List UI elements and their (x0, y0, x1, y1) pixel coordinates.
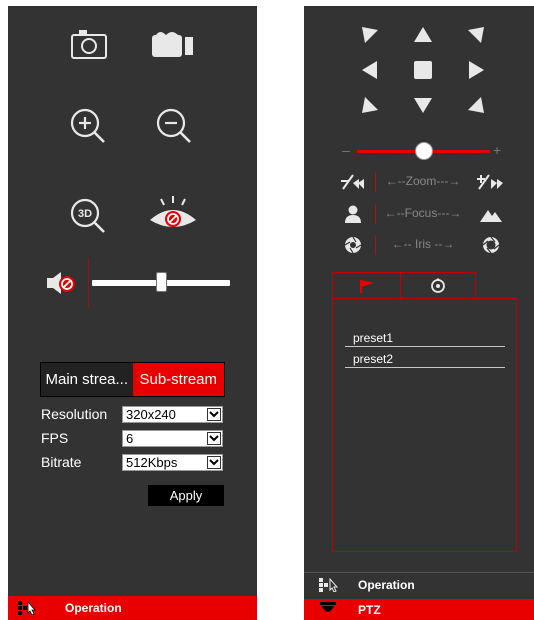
ptz-bar[interactable]: PTZ (304, 599, 534, 620)
arrow-up-right-icon[interactable] (464, 24, 488, 46)
speed-minus-icon[interactable]: – (342, 142, 350, 158)
zoom-row: ←--Zoom---→ (304, 172, 534, 192)
resolution-value: 320x240 (126, 407, 176, 422)
arrow-right-icon[interactable] (464, 59, 488, 81)
tab-preset[interactable] (332, 272, 402, 298)
focus-row: ←--Focus---→ (304, 204, 534, 224)
speed-plus-icon[interactable]: + (493, 142, 501, 158)
speed-slider-thumb[interactable] (414, 142, 433, 160)
zoom-wide-icon[interactable] (338, 172, 366, 192)
fps-row: FPS 6 (41, 430, 231, 448)
zoom-tele-icon[interactable] (474, 172, 506, 192)
resolution-label: Resolution (41, 406, 108, 422)
arrow-down-left-icon[interactable] (358, 94, 382, 116)
zoom-label: ←--Zoom---→ (385, 174, 461, 188)
volume-slider-thumb[interactable] (155, 272, 167, 292)
iris-close-icon[interactable] (342, 235, 364, 255)
arrow-up-icon[interactable] (411, 24, 435, 46)
live-control-panel: 3D Main strea... Sub-stream Resolution 3… (8, 6, 257, 620)
operation-label: Operation (65, 601, 122, 615)
focus-label: ←--Focus---→ (384, 206, 462, 220)
cruise-icon (430, 277, 446, 294)
ptz-center-icon[interactable] (411, 59, 435, 81)
record-icon[interactable] (148, 26, 198, 62)
apply-button[interactable]: Apply (148, 485, 224, 506)
resolution-row: Resolution 320x240 (41, 406, 231, 424)
chevron-down-icon (207, 432, 221, 445)
list-item[interactable]: preset1 (345, 329, 505, 347)
fps-select[interactable]: 6 (122, 430, 223, 447)
bitrate-select[interactable]: 512Kbps (122, 454, 223, 471)
tab-main-stream[interactable]: Main strea... (41, 363, 133, 396)
arrow-up-left-icon[interactable] (358, 24, 382, 46)
arrow-down-icon[interactable] (411, 94, 435, 116)
focus-far-icon[interactable] (478, 204, 504, 224)
arrow-down-right-icon[interactable] (464, 94, 488, 116)
operation-label: Operation (358, 577, 415, 592)
fps-label: FPS (41, 430, 69, 446)
arrow-left-icon[interactable] (358, 59, 382, 81)
focus-near-icon[interactable] (342, 204, 364, 224)
bitrate-label: Bitrate (41, 454, 82, 470)
bitrate-row: Bitrate 512Kbps (41, 454, 231, 472)
zoom-out-icon[interactable] (152, 104, 196, 148)
zoom-in-icon[interactable] (66, 104, 110, 148)
operation-bar[interactable]: Operation (8, 596, 257, 620)
chevron-down-icon (207, 408, 221, 421)
resolution-select[interactable]: 320x240 (122, 406, 223, 423)
preset-flag-icon (359, 279, 375, 293)
ptz-dome-icon (320, 602, 336, 616)
volume-divider (88, 258, 89, 308)
stream-tabs: Main strea... Sub-stream (40, 362, 225, 397)
list-item[interactable]: preset2 (345, 350, 505, 368)
operation-bar[interactable]: Operation (304, 572, 534, 596)
privacy-eye-icon[interactable] (146, 192, 200, 236)
bitrate-value: 512Kbps (126, 455, 178, 470)
snapshot-icon[interactable] (68, 26, 110, 62)
fps-value: 6 (126, 431, 134, 446)
ptz-control-panel: – + ←--Zoom---→ ←--Focus---→ ←-- Iris --… (304, 6, 534, 620)
tab-sub-stream[interactable]: Sub-stream (132, 363, 224, 396)
preset-list: preset1 preset2 (332, 298, 517, 552)
operation-icon (319, 578, 339, 592)
iris-label: ←-- Iris --→ (391, 237, 455, 251)
ptz-label: PTZ (358, 602, 381, 617)
mute-icon[interactable] (44, 268, 80, 298)
iris-open-icon[interactable] (480, 235, 502, 255)
svg-text:3D: 3D (78, 208, 92, 220)
iris-row: ←-- Iris --→ (304, 235, 534, 255)
operation-icon (18, 601, 36, 615)
3d-zoom-icon[interactable]: 3D (66, 194, 110, 238)
tab-cruise[interactable] (400, 272, 476, 298)
chevron-down-icon (207, 456, 221, 469)
